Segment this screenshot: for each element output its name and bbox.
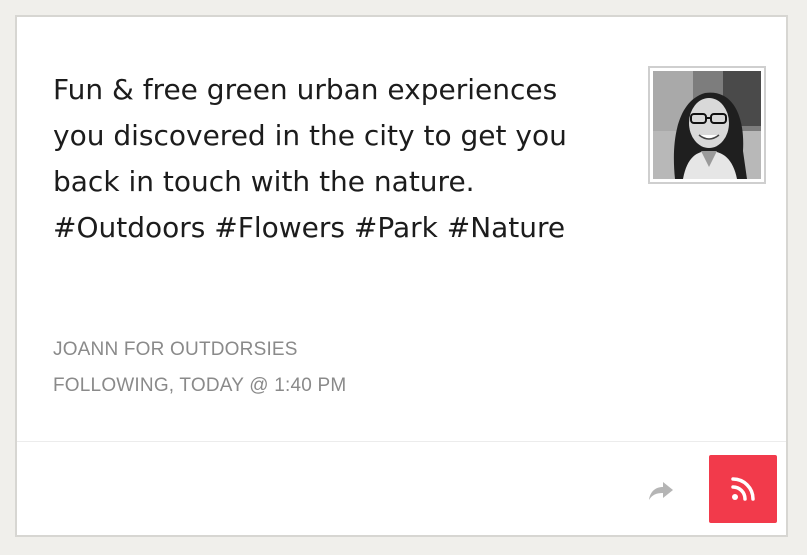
avatar-photo	[653, 71, 761, 179]
post-text: Fun & free green urban experiences you d…	[53, 73, 567, 244]
rss-feed-icon	[731, 477, 755, 501]
card-divider	[17, 441, 786, 442]
avatar[interactable]	[648, 66, 766, 184]
share-arrow-icon	[649, 482, 673, 500]
share-button[interactable]	[647, 479, 675, 503]
follow-button[interactable]	[709, 455, 777, 523]
post-author[interactable]: JOANN FOR OUTDORSIES	[53, 339, 298, 361]
post-card: Fun & free green urban experiences you d…	[15, 15, 788, 537]
post-status-timestamp: FOLLOWING, TODAY @ 1:40 PM	[53, 375, 347, 396]
